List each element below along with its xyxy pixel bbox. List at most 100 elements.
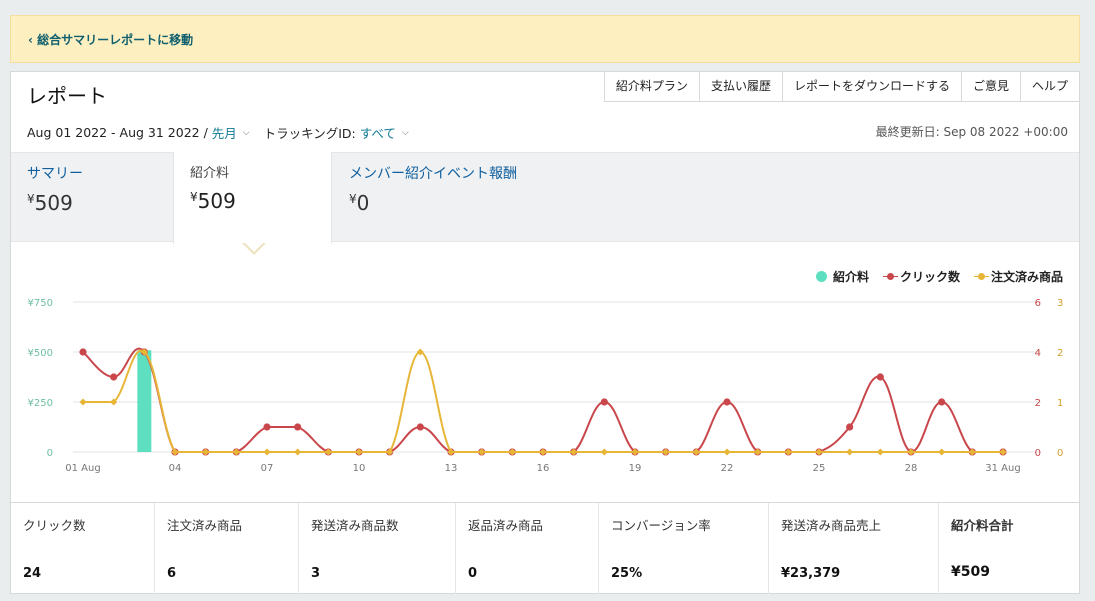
clicks-point	[294, 423, 302, 431]
y-tick-label: 0	[47, 448, 53, 459]
tab-summary[interactable]: サマリー ¥509	[11, 153, 173, 243]
download-report-button[interactable]: レポートをダウンロードする	[782, 71, 962, 102]
y2-tick-label: 2	[1035, 398, 1041, 409]
x-tick-label: 19	[629, 463, 642, 474]
x-tick-label: 28	[905, 463, 918, 474]
stat-shipped-sales: 発送済み商品売上 ¥23,379	[769, 503, 939, 594]
clicks-point	[416, 423, 424, 431]
tracking-id-label: トラッキングID:	[263, 126, 356, 141]
ordered-point	[723, 448, 731, 456]
ordered-point	[79, 398, 87, 406]
clicks-point	[600, 398, 608, 406]
y3-tick-label: 1	[1057, 398, 1063, 409]
stat-ordered-label: 注文済み商品	[167, 518, 243, 533]
stat-shipped-sales-value: ¥23,379	[781, 566, 841, 581]
tab-referral-fee[interactable]: 紹介料 ¥509	[173, 152, 332, 244]
x-tick-label: 13	[445, 463, 458, 474]
x-tick-label: 31 Aug	[985, 463, 1020, 474]
legend-clicks-swatch	[882, 273, 898, 280]
legend-clicks[interactable]: クリック数	[882, 268, 960, 285]
last-updated: 最終更新日: Sep 08 2022 +00:00	[875, 125, 1068, 139]
ordered-point	[938, 448, 946, 456]
stat-returned-value: 0	[468, 566, 478, 581]
tab-member-event[interactable]: メンバー紹介イベント報酬 ¥0	[333, 153, 553, 243]
bar-referral-fee	[137, 350, 152, 452]
active-tab-caret	[242, 242, 266, 255]
stat-returned-label: 返品済み商品	[468, 518, 544, 533]
stat-shipped: 発送済み商品数 3	[299, 503, 456, 594]
stat-shipped-value: 3	[311, 566, 321, 581]
clicks-line	[82, 347, 1003, 454]
ordered-point	[600, 448, 608, 456]
stats-row: クリック数 24 注文済み商品 6 発送済み商品数 3 返品済み商品 0 コンバ…	[11, 502, 1079, 594]
x-tick-label: 16	[537, 463, 550, 474]
stat-ordered-value: 6	[167, 566, 177, 581]
x-tick-label: 10	[353, 463, 366, 474]
y-tick-label: ¥250	[28, 398, 53, 409]
x-tick-label: 07	[261, 463, 274, 474]
clicks-point	[110, 373, 118, 381]
period-dropdown[interactable]: 先月	[212, 123, 237, 142]
stat-fee-total-value: ¥509	[951, 564, 990, 580]
legend-fee-swatch	[815, 271, 827, 282]
tab-referral-fee-label: 紹介料	[190, 166, 230, 181]
tab-referral-fee-value: ¥509	[190, 189, 236, 213]
tab-member-event-label: メンバー紹介イベント報酬	[349, 166, 517, 182]
ordered-point	[263, 448, 271, 456]
chevron-down-icon[interactable]: ⌵	[402, 128, 409, 138]
y-tick-label: ¥750	[28, 298, 53, 309]
stat-clicks-value: 24	[23, 566, 42, 581]
chevron-down-icon[interactable]: ⌵	[243, 128, 250, 138]
tab-summary-label: サマリー	[27, 166, 83, 182]
stat-clicks: クリック数 24	[11, 503, 155, 594]
y2-tick-label: 0	[1035, 448, 1041, 459]
stat-conversion: コンバージョン率 25%	[599, 503, 769, 594]
legend-ordered[interactable]: 注文済み商品	[973, 268, 1063, 285]
stat-ordered: 注文済み商品 6	[155, 503, 299, 594]
clicks-point	[876, 373, 884, 381]
filter-row: Aug 01 2022 - Aug 31 2022 / 先月 ⌵ トラッキングI…	[27, 123, 409, 142]
x-tick-label: 01 Aug	[65, 463, 100, 474]
stat-conversion-value: 25%	[611, 566, 643, 581]
date-range: Aug 01 2022 - Aug 31 2022 /	[27, 125, 208, 140]
y-tick-label: ¥500	[28, 348, 53, 359]
help-button[interactable]: ヘルプ	[1020, 71, 1080, 102]
stat-clicks-label: クリック数	[23, 518, 86, 533]
x-tick-label: 04	[169, 463, 182, 474]
summary-banner: ‹ 総合サマリーレポートに移動	[10, 15, 1080, 63]
payment-history-button[interactable]: 支払い履歴	[699, 71, 783, 102]
ordered-line	[82, 349, 1003, 453]
stat-fee-total-label: 紹介料合計	[951, 518, 1014, 533]
tab-summary-value: ¥509	[27, 191, 73, 215]
x-tick-label: 25	[813, 463, 826, 474]
performance-chart: ¥750 6 3¥500 4 2¥250 2 10 0 001 Aug 04 07 10 13 16 19 2…	[28, 298, 1064, 474]
x-tick-label: 22	[721, 463, 734, 474]
clicks-point	[79, 348, 87, 356]
report-tabs: サマリー ¥509 紹介料 ¥509 メンバー紹介イベント報酬 ¥0	[11, 152, 1079, 244]
legend-fee[interactable]: 紹介料	[815, 268, 869, 285]
page-title: レポート	[27, 84, 107, 108]
clicks-point	[938, 398, 946, 406]
clicks-point	[263, 423, 271, 431]
report-card: レポート 紹介料プラン 支払い履歴 レポートをダウンロードする ご意見 ヘルプ …	[10, 71, 1080, 594]
stat-shipped-label: 発送済み商品数	[311, 518, 399, 533]
feedback-button[interactable]: ご意見	[961, 71, 1021, 102]
tracking-id-dropdown[interactable]: すべて	[360, 123, 396, 142]
chart-legend: 紹介料 クリック数 注文済み商品	[815, 268, 1063, 285]
ordered-point	[876, 448, 884, 456]
y2-tick-label: 6	[1035, 298, 1041, 309]
ordered-point	[846, 448, 854, 456]
stat-fee-total: 紹介料合計 ¥509	[939, 503, 1079, 594]
y3-tick-label: 2	[1057, 348, 1063, 359]
stat-conversion-label: コンバージョン率	[611, 518, 711, 533]
report-toolbar: 紹介料プラン 支払い履歴 レポートをダウンロードする ご意見 ヘルプ	[603, 71, 1080, 102]
ordered-point	[294, 448, 302, 456]
legend-ordered-swatch	[973, 273, 989, 280]
y3-tick-label: 0	[1057, 448, 1063, 459]
stat-returned: 返品済み商品 0	[456, 503, 599, 594]
stat-shipped-sales-label: 発送済み商品売上	[781, 518, 882, 533]
tab-member-event-value: ¥0	[349, 191, 370, 215]
fee-plan-button[interactable]: 紹介料プラン	[603, 71, 700, 102]
clicks-point	[846, 423, 854, 431]
go-to-summary-link[interactable]: ‹ 総合サマリーレポートに移動	[28, 31, 193, 48]
